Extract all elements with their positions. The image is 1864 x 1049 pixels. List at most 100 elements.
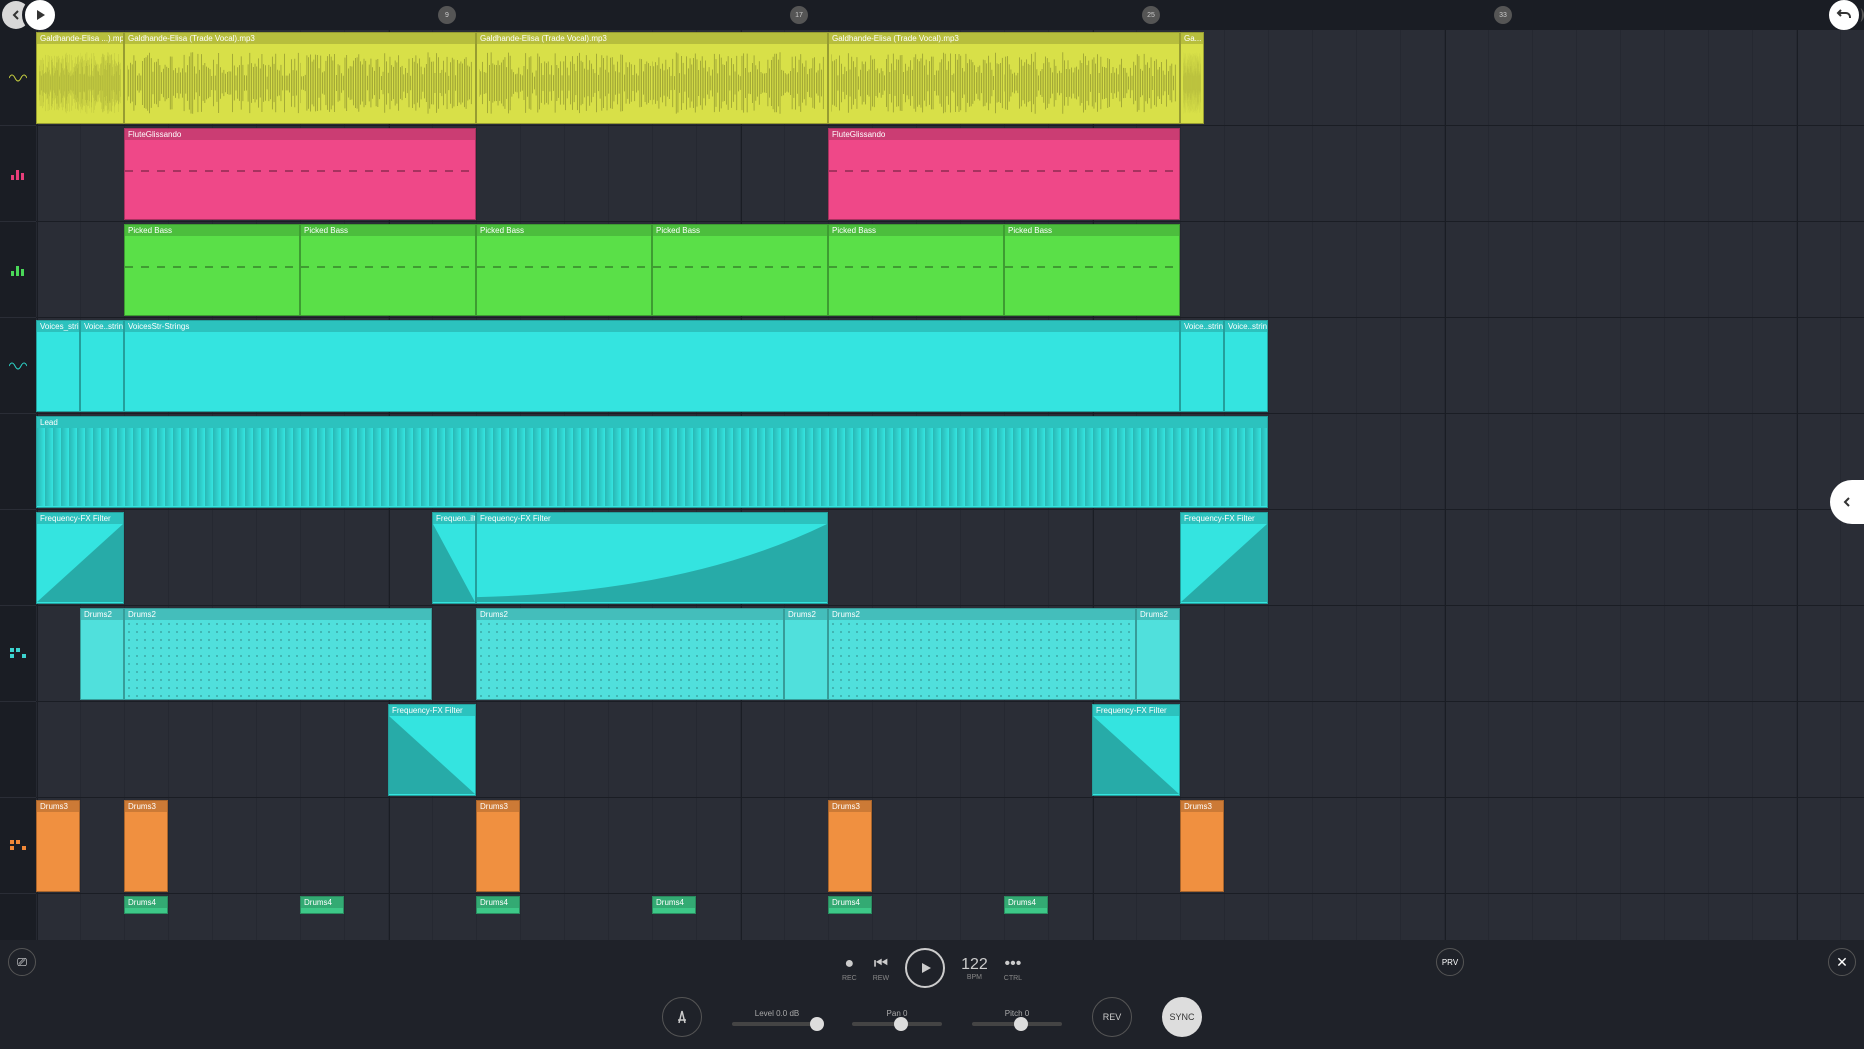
clip-label: Frequency-FX Filter <box>1181 513 1267 524</box>
clip[interactable]: Galdhande-Elisa (Trade Vocal).mp3 <box>476 32 828 124</box>
clip[interactable]: Picked Bass <box>652 224 828 316</box>
clip-label: Drums3 <box>1181 801 1223 812</box>
clip[interactable]: Drums4 <box>124 896 168 914</box>
clip[interactable]: Drums4 <box>1004 896 1048 914</box>
pitch-slider-group: Pitch 0 <box>972 1009 1062 1026</box>
play-button-top[interactable] <box>22 0 58 33</box>
clip[interactable]: FluteGlissando <box>828 128 1180 220</box>
pitch-slider[interactable] <box>972 1022 1062 1026</box>
clip-label: Drums2 <box>125 609 431 620</box>
clip[interactable]: VoicesStr-Strings <box>124 320 1180 412</box>
play-button-main[interactable] <box>905 948 945 988</box>
clip[interactable]: Voice..strings <box>80 320 124 412</box>
track-header-icon[interactable] <box>0 30 36 126</box>
clip-label: Voices_strings <box>37 321 79 332</box>
transport-controls: ●REC ⏮REW 122BPM •••CTRL <box>842 948 1022 988</box>
clip[interactable]: Drums3 <box>124 800 168 892</box>
mixer-button[interactable]: ⎚ <box>8 948 36 976</box>
ruler-mark[interactable]: 9 <box>438 6 456 24</box>
track-header-icon[interactable] <box>0 222 36 318</box>
clip[interactable]: Drums2 <box>1136 608 1180 700</box>
clip[interactable]: Drums2 <box>476 608 784 700</box>
track-header-icon[interactable] <box>0 606 36 702</box>
clip-label: Lead <box>37 417 1267 428</box>
clip[interactable]: Frequency-FX Filter <box>1180 512 1268 604</box>
clip[interactable]: Ga... <box>1180 32 1204 124</box>
clip-label: Drums4 <box>125 897 167 908</box>
clip[interactable]: Picked Bass <box>300 224 476 316</box>
clip[interactable]: Lead <box>36 416 1268 508</box>
metronome-button[interactable] <box>662 997 702 1037</box>
clip[interactable]: Drums2 <box>828 608 1136 700</box>
clip-label: Galdhande-Elisa (Trade Vocal).mp3 <box>829 33 1179 44</box>
clip-label: Drums4 <box>301 897 343 908</box>
close-button[interactable]: ✕ <box>1828 948 1856 976</box>
track-row <box>36 510 1864 606</box>
track-row <box>36 702 1864 798</box>
track-header-icon[interactable] <box>0 414 36 510</box>
clip[interactable]: Drums3 <box>828 800 872 892</box>
track-header-icon[interactable] <box>0 318 36 414</box>
arrangement-grid[interactable]: Galdhande-Elisa ...).mp3Galdhande-Elisa … <box>36 30 1864 940</box>
ruler-mark[interactable]: 17 <box>790 6 808 24</box>
more-button[interactable]: •••CTRL <box>1004 955 1022 982</box>
clip[interactable]: FluteGlissando <box>124 128 476 220</box>
level-slider[interactable] <box>732 1022 822 1026</box>
track-header-icon[interactable] <box>0 126 36 222</box>
clip-label: Drums4 <box>477 897 519 908</box>
clip[interactable]: Drums3 <box>36 800 80 892</box>
clip[interactable]: Galdhande-Elisa ...).mp3 <box>36 32 124 124</box>
timeline-ruler[interactable]: 917253341 <box>58 0 1864 30</box>
clip-label: Picked Bass <box>477 225 651 236</box>
clip[interactable]: Drums4 <box>828 896 872 914</box>
ruler-mark[interactable]: 33 <box>1494 6 1512 24</box>
record-button[interactable]: ●REC <box>842 955 857 982</box>
clip[interactable]: Drums2 <box>80 608 124 700</box>
track-header-icon[interactable] <box>0 510 36 606</box>
clip-label: Drums3 <box>829 801 871 812</box>
sync-button[interactable]: SYNC <box>1162 997 1202 1037</box>
clip[interactable]: Drums4 <box>476 896 520 914</box>
pan-slider-group: Pan 0 <box>852 1009 942 1026</box>
clip-label: Voice..strings <box>1181 321 1223 332</box>
clip[interactable]: Frequency-FX Filter <box>36 512 124 604</box>
clip-label: Voice..strings <box>81 321 123 332</box>
track-header-icon[interactable] <box>0 702 36 798</box>
clip[interactable]: Picked Bass <box>828 224 1004 316</box>
ruler-mark[interactable]: 25 <box>1142 6 1160 24</box>
preview-button[interactable]: PRV <box>1436 948 1464 976</box>
reverse-button[interactable]: REV <box>1092 997 1132 1037</box>
top-bar: 917253341 <box>0 0 1864 30</box>
pan-slider[interactable] <box>852 1022 942 1026</box>
clip-label: Frequency-FX Filter <box>1093 705 1179 716</box>
clip[interactable]: Frequency-FX Filter <box>1092 704 1180 796</box>
clip[interactable]: Picked Bass <box>1004 224 1180 316</box>
rewind-button[interactable]: ⏮REW <box>873 955 889 982</box>
clip-label: Drums4 <box>829 897 871 908</box>
clip[interactable]: Drums2 <box>784 608 828 700</box>
tempo-display[interactable]: 122BPM <box>961 956 988 981</box>
clip[interactable]: Drums2 <box>124 608 432 700</box>
clip[interactable]: Voice..strings <box>1224 320 1268 412</box>
clip[interactable]: Drums4 <box>652 896 696 914</box>
clip[interactable]: Picked Bass <box>476 224 652 316</box>
clip[interactable]: Frequency-FX Filter <box>476 512 828 604</box>
clip[interactable]: Voice..strings <box>1180 320 1224 412</box>
clip[interactable]: Galdhande-Elisa (Trade Vocal).mp3 <box>828 32 1180 124</box>
clip[interactable]: Picked Bass <box>124 224 300 316</box>
clip-label: VoicesStr-Strings <box>125 321 1179 332</box>
clip-label: Frequency-FX Filter <box>37 513 123 524</box>
track-header-icon[interactable] <box>0 798 36 894</box>
clip[interactable]: Drums3 <box>1180 800 1224 892</box>
clip[interactable]: Drums3 <box>476 800 520 892</box>
clip[interactable]: Frequen..ilter <box>432 512 476 604</box>
clip-label: Drums3 <box>125 801 167 812</box>
clip-label: Drums2 <box>81 609 123 620</box>
clip[interactable]: Drums4 <box>300 896 344 914</box>
clip[interactable]: Frequency-FX Filter <box>388 704 476 796</box>
clip[interactable]: Galdhande-Elisa (Trade Vocal).mp3 <box>124 32 476 124</box>
clip[interactable]: Voices_strings <box>36 320 80 412</box>
main-area: Galdhande-Elisa ...).mp3Galdhande-Elisa … <box>0 30 1864 940</box>
clip-label: Picked Bass <box>1005 225 1179 236</box>
clip-label: Galdhande-Elisa (Trade Vocal).mp3 <box>477 33 827 44</box>
